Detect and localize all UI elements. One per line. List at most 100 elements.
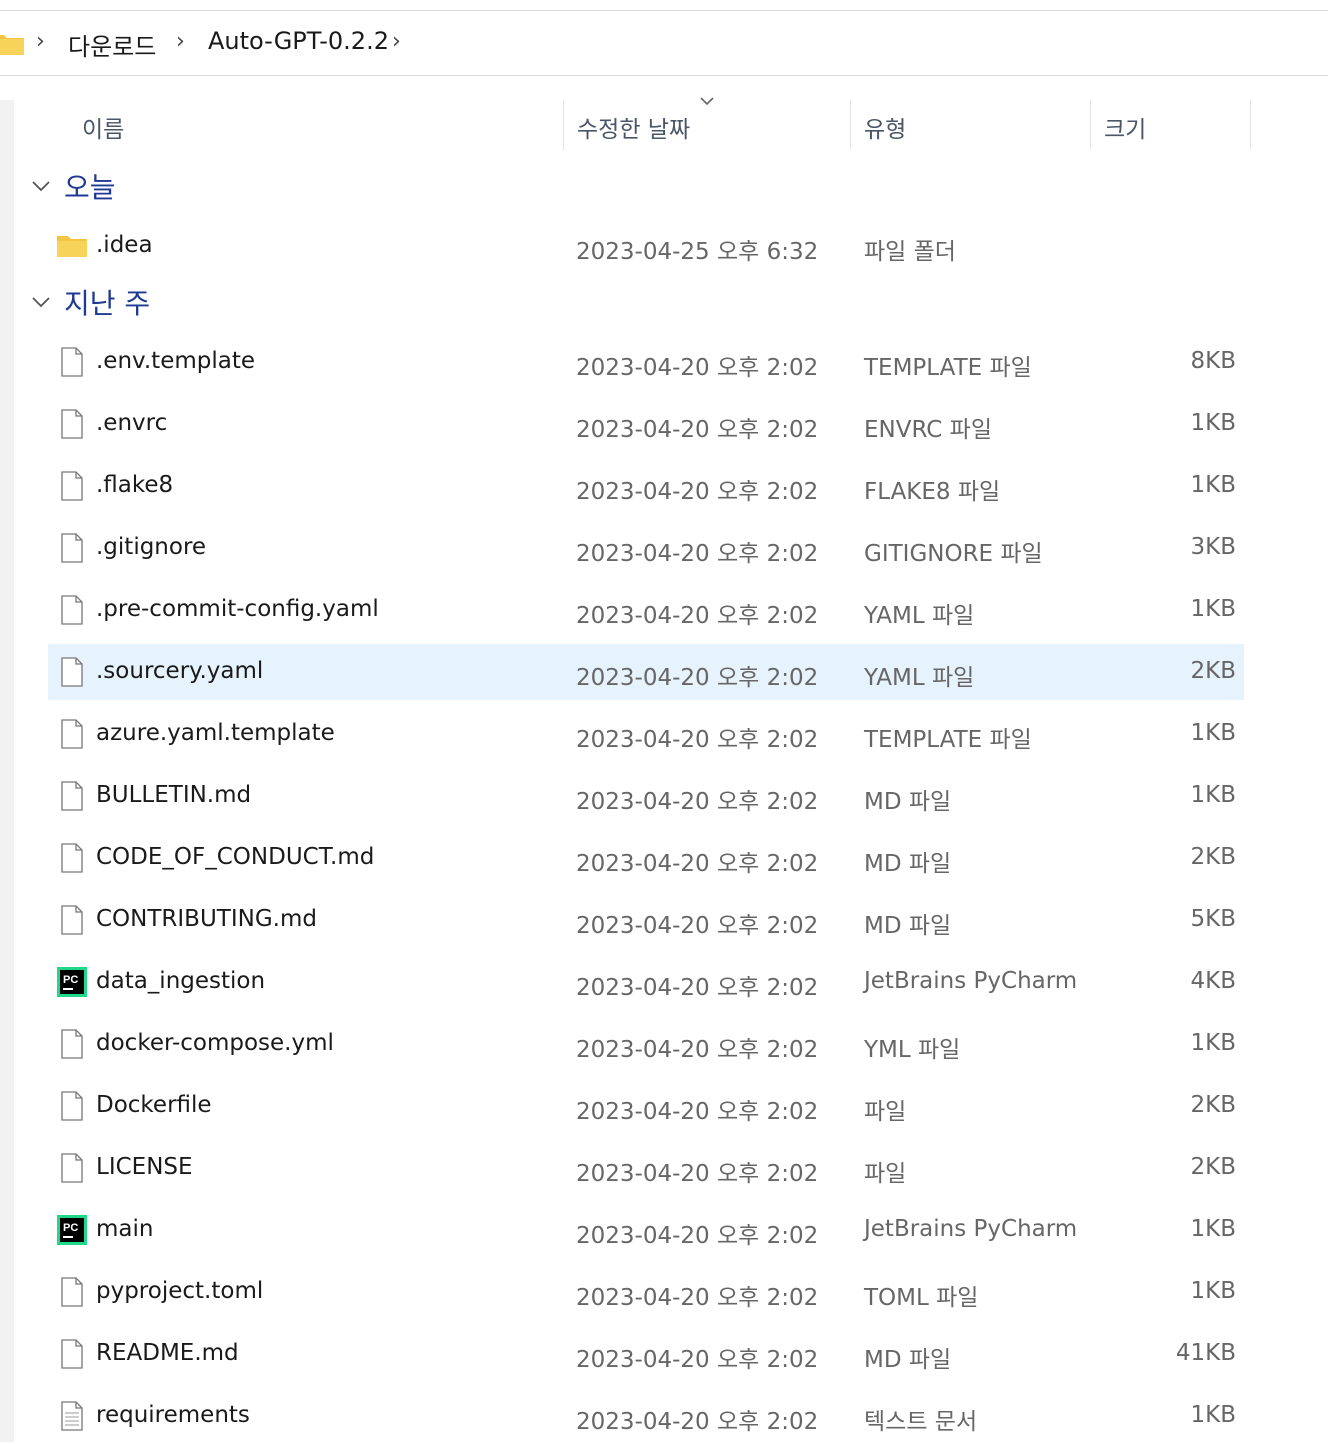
file-size: 1KB [1190,596,1237,622]
chevron-down-icon[interactable] [30,175,52,197]
file-type: GITIGNORE 파일 [864,541,1043,567]
file-row[interactable]: .idea 2023-04-25 오후 6:32 파일 폴더 [48,218,1244,274]
file-type: YML 파일 [864,1037,961,1063]
file-icon [61,719,83,749]
group-header[interactable]: 지난 주 [30,282,150,322]
file-date: 2023-04-20 오후 2:02 [576,789,819,815]
file-type: MD 파일 [864,789,952,815]
file-icon [61,781,83,811]
group-header[interactable]: 오늘 [30,166,116,206]
file-type: 파일 폴더 [864,239,956,265]
file-type: YAML 파일 [864,665,975,691]
file-type: 파일 [864,1099,907,1125]
file-row[interactable]: .flake8 2023-04-20 오후 2:02 FLAKE8 파일 1KB [48,458,1244,514]
file-name: .idea [96,232,153,258]
pycharm-icon: PC [57,967,87,997]
text-file-icon [61,1401,83,1431]
file-icon [61,1277,83,1307]
file-row[interactable]: PC main 2023-04-20 오후 2:02 JetBrains PyChar… [48,1202,1244,1258]
file-name: .sourcery.yaml [96,658,264,684]
pycharm-icon: PC [57,1215,87,1245]
file-name: README.md [96,1340,239,1366]
file-name: main [96,1216,154,1242]
column-divider[interactable] [1250,100,1251,150]
file-date: 2023-04-20 오후 2:02 [576,603,819,629]
file-name: pyproject.toml [96,1278,264,1304]
file-row[interactable]: pyproject.toml 2023-04-20 오후 2:02 TOML 파일 1… [48,1264,1244,1320]
breadcrumb: › 다운로드 › Auto-GPT-0.2.2 › [0,11,1328,76]
file-type: JetBrains PyCharm [864,1216,1078,1242]
file-date: 2023-04-20 오후 2:02 [576,1037,819,1063]
file-row[interactable]: BULLETIN.md 2023-04-20 오후 2:02 MD 파일 1KB [48,768,1244,824]
file-type: YAML 파일 [864,603,975,629]
file-icon [61,1153,83,1183]
file-date: 2023-04-20 오후 2:02 [576,727,819,753]
breadcrumb-separator[interactable]: › [392,29,401,54]
column-header-size[interactable]: 크기 [1104,110,1146,160]
file-icon [61,905,83,935]
column-divider[interactable] [850,100,851,150]
file-row[interactable]: LICENSE 2023-04-20 오후 2:02 파일 2KB [48,1140,1244,1196]
file-row[interactable]: .gitignore 2023-04-20 오후 2:02 GITIGNORE 파일… [48,520,1244,576]
file-date: 2023-04-20 오후 2:02 [576,851,819,877]
file-type: MD 파일 [864,913,952,939]
file-icon [61,1339,83,1369]
file-size: 4KB [1190,968,1237,994]
svg-text:PC: PC [63,1222,78,1234]
column-divider[interactable] [1090,100,1091,150]
file-row[interactable]: CONTRIBUTING.md 2023-04-20 오후 2:02 MD 파일 5K… [48,892,1244,948]
file-row[interactable]: Dockerfile 2023-04-20 오후 2:02 파일 2KB [48,1078,1244,1134]
file-date: 2023-04-20 오후 2:02 [576,1223,819,1249]
file-date: 2023-04-20 오후 2:02 [576,1161,819,1187]
file-name: .gitignore [96,534,207,560]
file-row[interactable]: .sourcery.yaml 2023-04-20 오후 2:02 YAML 파일 2… [48,644,1244,700]
file-name: BULLETIN.md [96,782,252,808]
svg-text:PC: PC [63,974,78,986]
file-size: 1KB [1190,1402,1237,1428]
file-name: .env.template [96,348,256,374]
group-label: 지난 주 [64,287,151,320]
file-row[interactable]: requirements 2023-04-20 오후 2:02 텍스트 문서 1KB [48,1388,1244,1444]
folder-icon[interactable] [0,31,24,55]
file-row[interactable]: PC data_ingestion 2023-04-20 오후 2:02 JetBra… [48,954,1244,1010]
file-date: 2023-04-20 오후 2:02 [576,1285,819,1311]
file-icon [61,595,83,625]
column-header-date[interactable]: 수정한 날짜 [577,110,690,160]
file-row[interactable]: .envrc 2023-04-20 오후 2:02 ENVRC 파일 1KB [48,396,1244,452]
file-icon [61,1091,83,1121]
file-date: 2023-04-25 오후 6:32 [576,239,819,265]
file-name: data_ingestion [96,968,266,994]
breadcrumb-separator[interactable]: › [176,29,185,54]
chevron-down-icon[interactable] [30,291,52,313]
file-row[interactable]: README.md 2023-04-20 오후 2:02 MD 파일 41KB [48,1326,1244,1382]
file-name: .pre-commit-config.yaml [96,596,379,622]
file-name: CODE_OF_CONDUCT.md [96,844,375,870]
file-type: FLAKE8 파일 [864,479,1001,505]
file-icon [61,409,83,439]
file-name: docker-compose.yml [96,1030,334,1056]
file-size: 5KB [1190,906,1237,932]
file-size: 1KB [1190,782,1237,808]
breadcrumb-separator[interactable]: › [36,29,45,54]
file-size: 41KB [1175,1340,1236,1366]
file-icon [61,347,83,377]
file-row[interactable]: .env.template 2023-04-20 오후 2:02 TEMPLATE … [48,334,1244,390]
breadcrumb-item-auto-gpt[interactable]: Auto-GPT-0.2.2 [208,27,389,55]
breadcrumb-item-downloads[interactable]: 다운로드 [68,27,156,62]
file-row[interactable]: azure.yaml.template 2023-04-20 오후 2:02 TEM… [48,706,1244,762]
file-name: LICENSE [96,1154,193,1180]
file-row[interactable]: docker-compose.yml 2023-04-20 오후 2:02 YML … [48,1016,1244,1072]
file-icon [61,1029,83,1059]
column-divider[interactable] [563,100,564,150]
window-top-edge [0,0,1328,11]
file-size: 1KB [1190,1030,1237,1056]
file-size: 1KB [1190,720,1237,746]
file-size: 2KB [1190,1154,1237,1180]
column-header-name[interactable]: 이름 [82,110,124,160]
file-row[interactable]: .pre-commit-config.yaml 2023-04-20 오후 2:0… [48,582,1244,638]
file-size: 2KB [1190,658,1237,684]
file-type: ENVRC 파일 [864,417,992,443]
file-row[interactable]: CODE_OF_CONDUCT.md 2023-04-20 오후 2:02 MD 파… [48,830,1244,886]
column-header-type[interactable]: 유형 [864,110,906,160]
file-type: MD 파일 [864,1347,952,1373]
